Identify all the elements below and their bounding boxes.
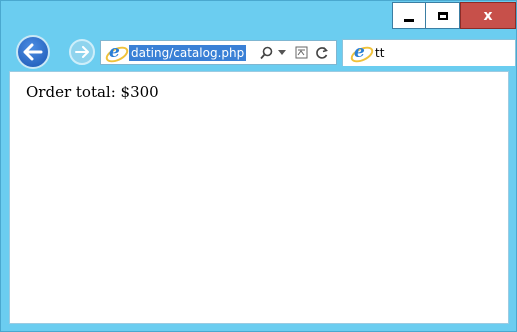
page-content: Order total: $300: [9, 71, 509, 324]
navigation-row: e dating/catalog.php e tt: [1, 32, 516, 69]
search-icon[interactable]: [259, 44, 273, 61]
compatibility-view-icon[interactable]: [294, 44, 308, 61]
browser-tab[interactable]: e tt: [342, 39, 516, 66]
title-bar: x: [1, 1, 516, 32]
minimize-button[interactable]: [392, 2, 426, 29]
tab-title: tt: [375, 46, 385, 60]
maximize-button[interactable]: [426, 2, 460, 29]
maximize-icon: [437, 11, 448, 20]
refresh-icon[interactable]: [314, 44, 330, 61]
address-url[interactable]: dating/catalog.php: [129, 45, 247, 61]
address-bar[interactable]: e dating/catalog.php: [100, 40, 337, 66]
browser-window: x e dating/catalog.php e tt Order total:…: [0, 0, 517, 332]
close-icon: x: [483, 7, 493, 24]
close-button[interactable]: x: [460, 2, 516, 29]
forward-button[interactable]: [69, 39, 95, 65]
dropdown-arrow-icon[interactable]: [277, 44, 287, 61]
forward-arrow-icon: [75, 46, 89, 58]
order-total-text: Order total: $300: [26, 83, 159, 101]
ie-logo-icon: e: [103, 44, 131, 66]
back-button[interactable]: [16, 35, 50, 69]
back-arrow-icon: [23, 43, 43, 61]
minimize-icon: [404, 18, 414, 22]
ie-logo-icon: e: [348, 44, 376, 66]
